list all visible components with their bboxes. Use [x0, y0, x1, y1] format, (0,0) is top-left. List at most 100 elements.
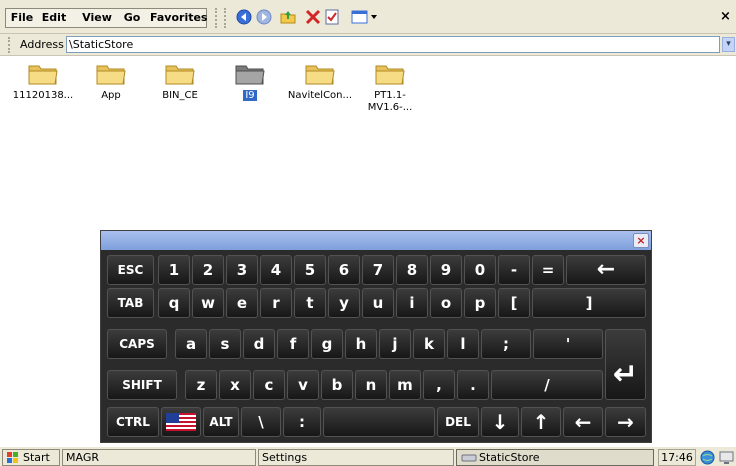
key-b[interactable]: b — [321, 370, 353, 400]
key-slash[interactable]: / — [491, 370, 603, 400]
key-right-bracket[interactable]: ] — [532, 288, 646, 318]
key-m[interactable]: m — [389, 370, 421, 400]
key-space[interactable] — [323, 407, 435, 437]
keyboard-title-bar[interactable] — [101, 231, 651, 250]
chevron-down-icon[interactable]: ▾ — [722, 37, 735, 52]
key-minus[interactable]: - — [498, 255, 530, 285]
taskbar-item-staticstore[interactable]: StaticStore — [456, 449, 654, 466]
views-icon[interactable] — [350, 8, 380, 26]
key-o[interactable]: o — [430, 288, 462, 318]
folder-item[interactable]: PT1.1- MV1.6-... — [355, 60, 425, 120]
key-g[interactable]: g — [311, 329, 343, 359]
key-u[interactable]: u — [362, 288, 394, 318]
key-1[interactable]: 1 — [158, 255, 190, 285]
key-w[interactable]: w — [192, 288, 224, 318]
up-folder-icon[interactable] — [279, 8, 297, 26]
key-v[interactable]: v — [287, 370, 319, 400]
key-n[interactable]: n — [355, 370, 387, 400]
taskbar-item-magr[interactable]: MAGR — [62, 449, 256, 466]
menu-go[interactable]: Go — [121, 9, 143, 27]
key-arrow-up[interactable]: ↑ — [521, 407, 561, 437]
key-comma[interactable]: , — [423, 370, 455, 400]
folder-label: App — [101, 90, 121, 101]
properties-icon[interactable] — [323, 8, 341, 26]
key-a[interactable]: a — [175, 329, 207, 359]
key-enter[interactable]: ↵ — [605, 329, 646, 400]
key-7[interactable]: 7 — [362, 255, 394, 285]
menu-edit[interactable]: Edit — [40, 9, 68, 27]
key-ctrl[interactable]: CTRL — [107, 407, 159, 437]
start-button[interactable]: Start — [2, 449, 60, 466]
key-l[interactable]: l — [447, 329, 479, 359]
menu-file[interactable]: File — [9, 9, 35, 27]
key-shift[interactable]: SHIFT — [107, 370, 177, 400]
key-0[interactable]: 0 — [464, 255, 496, 285]
key-backspace[interactable]: ← — [566, 255, 646, 285]
key-3[interactable]: 3 — [226, 255, 258, 285]
key-9[interactable]: 9 — [430, 255, 462, 285]
key-h[interactable]: h — [345, 329, 377, 359]
key-y[interactable]: y — [328, 288, 360, 318]
key-caps[interactable]: CAPS — [107, 329, 167, 359]
toolbar-grip[interactable] — [215, 8, 219, 28]
us-flag-icon — [166, 413, 196, 431]
menu-favorites[interactable]: Favorites — [150, 9, 207, 27]
key-backslash[interactable]: \ — [241, 407, 281, 437]
delete-icon[interactable] — [304, 8, 322, 26]
menu-view[interactable]: View — [81, 9, 113, 27]
forward-icon[interactable] — [255, 8, 273, 26]
folder-item[interactable]: NavitelCon... — [285, 60, 355, 120]
key-j[interactable]: j — [379, 329, 411, 359]
taskbar-item-settings[interactable]: Settings — [258, 449, 454, 466]
folder-item-selected[interactable]: I9 — [215, 60, 285, 120]
key-equals[interactable]: = — [532, 255, 564, 285]
key-4[interactable]: 4 — [260, 255, 292, 285]
address-input[interactable]: \StaticStore — [66, 36, 720, 53]
key-period[interactable]: . — [457, 370, 489, 400]
key-q[interactable]: q — [158, 288, 190, 318]
folder-label: I9 — [243, 90, 257, 101]
key-5[interactable]: 5 — [294, 255, 326, 285]
key-6[interactable]: 6 — [328, 255, 360, 285]
key-c[interactable]: c — [253, 370, 285, 400]
toolbar-grip[interactable] — [224, 8, 228, 28]
key-apostrophe[interactable]: ' — [533, 329, 603, 359]
key-i[interactable]: i — [396, 288, 428, 318]
key-k[interactable]: k — [413, 329, 445, 359]
key-left-bracket[interactable]: [ — [498, 288, 530, 318]
key-f[interactable]: f — [277, 329, 309, 359]
key-t[interactable]: t — [294, 288, 326, 318]
key-2[interactable]: 2 — [192, 255, 224, 285]
folder-icon — [96, 65, 126, 85]
keyboard-close-button[interactable]: × — [633, 233, 649, 248]
clock[interactable]: 17:46 — [658, 449, 696, 466]
key-colon[interactable]: : — [283, 407, 321, 437]
start-label: Start — [23, 451, 50, 464]
key-e[interactable]: e — [226, 288, 258, 318]
folder-item[interactable]: App — [76, 60, 146, 120]
folder-item[interactable]: 11120138... — [8, 60, 78, 120]
key-semicolon[interactable]: ; — [481, 329, 531, 359]
key-tab[interactable]: TAB — [107, 288, 154, 318]
window-close-button[interactable]: × — [720, 8, 732, 26]
address-grip[interactable] — [8, 37, 12, 53]
key-z[interactable]: z — [185, 370, 217, 400]
key-arrow-down[interactable]: ↓ — [481, 407, 519, 437]
key-del[interactable]: DEL — [437, 407, 479, 437]
key-arrow-left[interactable]: ← — [563, 407, 603, 437]
back-icon[interactable] — [235, 8, 253, 26]
key-x[interactable]: x — [219, 370, 251, 400]
key-language[interactable] — [161, 407, 201, 437]
folder-icon — [165, 65, 195, 85]
key-8[interactable]: 8 — [396, 255, 428, 285]
key-alt[interactable]: ALT — [203, 407, 239, 437]
globe-icon[interactable] — [700, 450, 715, 465]
key-d[interactable]: d — [243, 329, 275, 359]
key-esc[interactable]: ESC — [107, 255, 154, 285]
key-arrow-right[interactable]: → — [605, 407, 646, 437]
key-s[interactable]: s — [209, 329, 241, 359]
key-p[interactable]: p — [464, 288, 496, 318]
folder-item[interactable]: BIN_CE — [145, 60, 215, 120]
key-r[interactable]: r — [260, 288, 292, 318]
desktop-icon[interactable] — [719, 450, 734, 465]
